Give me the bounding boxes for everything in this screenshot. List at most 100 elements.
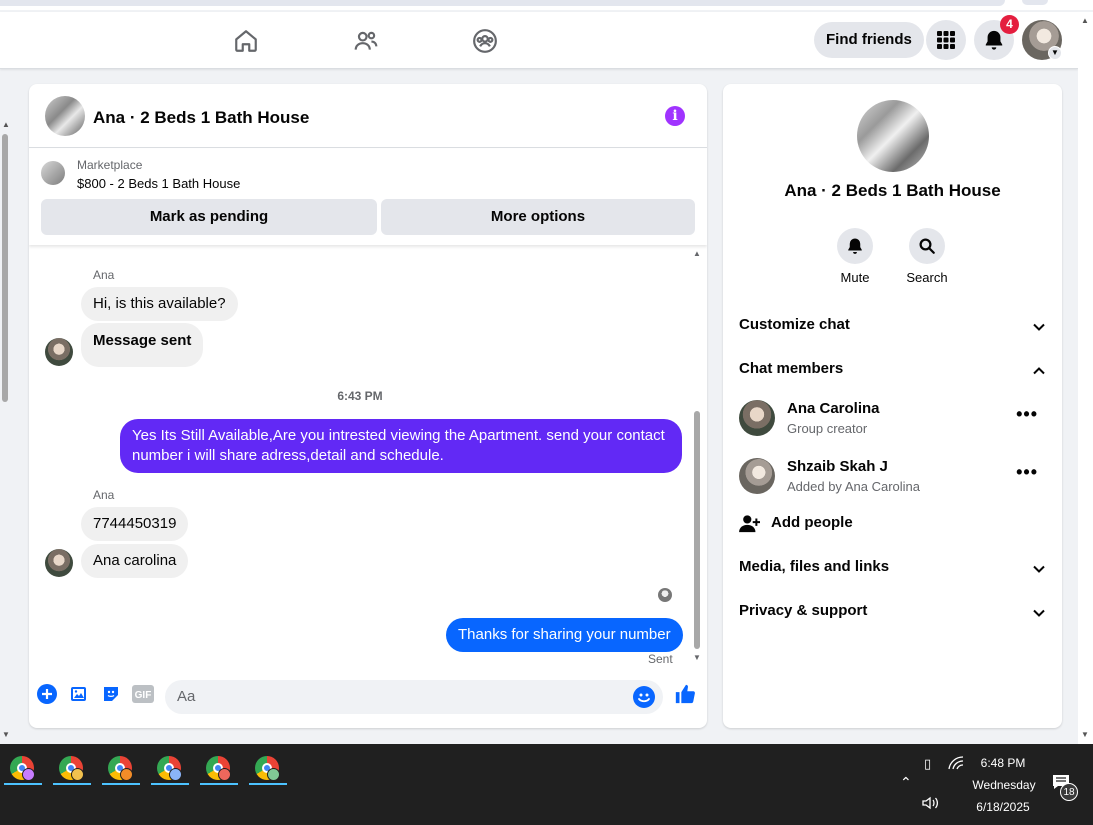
window-scrollbar[interactable]: ▲ ▼ [1078, 12, 1093, 744]
chrome-profile-1[interactable] [2, 752, 42, 785]
scroll-down-icon[interactable]: ▼ [2, 730, 10, 739]
member-name: Ana Carolina [787, 400, 880, 417]
notification-badge: 4 [1000, 15, 1019, 34]
friends-icon[interactable] [351, 26, 381, 56]
info-icon[interactable]: i [665, 106, 685, 126]
message-input[interactable] [177, 688, 617, 705]
search-label: Search [906, 270, 948, 285]
message-bubble-outgoing[interactable]: Thanks for sharing your number [446, 618, 683, 652]
chevron-down-icon [1033, 323, 1045, 331]
more-options-icon[interactable]: ••• [1016, 462, 1038, 483]
home-icon[interactable] [231, 26, 261, 56]
chat-header: Ana · 2 Beds 1 Bath House i [29, 84, 707, 148]
search-icon [909, 228, 945, 264]
volume-icon[interactable] [922, 796, 940, 813]
page-scrollbar[interactable]: ▲ ▼ [0, 70, 12, 744]
clock-date[interactable]: 6/18/2025 [966, 800, 1040, 814]
section-label: Chat members [739, 360, 844, 377]
sent-status: Sent [648, 652, 673, 666]
gif-icon[interactable]: GIF [131, 682, 155, 706]
sticker-icon[interactable] [99, 682, 123, 706]
chrome-profile-4[interactable] [149, 752, 189, 785]
bell-icon [985, 30, 1003, 50]
sender-avatar[interactable] [45, 549, 73, 577]
chrome-icon [206, 756, 231, 781]
message-composer: GIF [29, 678, 707, 718]
bell-icon [837, 228, 873, 264]
battery-icon[interactable]: ▯ [924, 756, 931, 772]
more-options-button[interactable]: More options [381, 199, 695, 235]
message-input-wrapper [165, 680, 663, 714]
member-row[interactable]: Ana Carolina Group creator ••• [739, 396, 1046, 440]
section-label: Customize chat [739, 316, 850, 333]
message-bubble[interactable]: Ana carolina [81, 544, 189, 578]
scroll-up-icon[interactable]: ▲ [2, 120, 10, 129]
grid-icon [937, 31, 955, 49]
browser-button-edge [1022, 0, 1048, 5]
clock-time[interactable]: 6:48 PM [970, 756, 1036, 770]
search-button[interactable]: Search [897, 228, 957, 285]
groups-icon[interactable] [470, 26, 500, 56]
message-bubble[interactable]: Message sent [81, 323, 204, 367]
sender-avatar[interactable] [45, 338, 73, 366]
find-friends-button[interactable]: Find friends [814, 22, 924, 58]
member-row[interactable]: Shzaib Skah J Added by Ana Carolina ••• [739, 454, 1046, 498]
chevron-up-icon[interactable]: ⌃ [900, 774, 912, 791]
scroll-down-icon[interactable]: ▼ [1081, 730, 1089, 739]
chevron-down-icon[interactable]: ▼ [1048, 46, 1062, 60]
chrome-profile-2[interactable] [51, 752, 91, 785]
member-name: Shzaib Skah J [787, 458, 888, 475]
chrome-icon [10, 756, 35, 781]
browser-tab-strip [0, 0, 1093, 10]
thread-scrollbar[interactable]: ▲ ▼ [693, 249, 701, 663]
message-timestamp: 6:43 PM [337, 389, 383, 403]
privacy-support-section[interactable]: Privacy & support [739, 602, 1046, 626]
chrome-icon [108, 756, 133, 781]
add-people-label: Add people [771, 514, 853, 531]
chrome-icon [59, 756, 84, 781]
emoji-icon[interactable] [633, 686, 655, 708]
listing-thumbnail[interactable] [41, 161, 65, 185]
chat-avatar[interactable] [45, 96, 85, 136]
marketplace-label: Marketplace [77, 158, 143, 172]
scroll-up-icon[interactable]: ▲ [1081, 16, 1089, 25]
wifi-icon[interactable] [948, 756, 964, 773]
photo-icon[interactable] [67, 682, 91, 706]
message-bubble[interactable]: 7744450319 [81, 507, 189, 541]
address-bar-edge [0, 0, 1005, 6]
member-role: Added by Ana Carolina [787, 479, 920, 494]
thumbs-up-icon[interactable] [673, 682, 697, 706]
media-files-section[interactable]: Media, files and links [739, 558, 1046, 582]
chat-members-section[interactable]: Chat members [739, 360, 1046, 384]
section-label: Privacy & support [739, 602, 868, 619]
plus-icon[interactable] [35, 682, 59, 706]
menu-grid-button[interactable] [926, 20, 966, 60]
scroll-down-icon[interactable]: ▼ [693, 653, 701, 662]
chrome-profile-5[interactable] [198, 752, 238, 785]
customize-chat-section[interactable]: Customize chat [739, 316, 1046, 340]
member-role: Group creator [787, 421, 868, 436]
chrome-profile-6[interactable] [247, 752, 287, 785]
member-avatar[interactable] [739, 458, 775, 494]
clock-day[interactable]: Wednesday [964, 778, 1044, 792]
scroll-up-icon[interactable]: ▲ [693, 249, 701, 258]
marketplace-banner: Marketplace $800 - 2 Beds 1 Bath House M… [29, 149, 707, 245]
conversation-name: Ana · 2 Beds 1 Bath House [784, 181, 1001, 200]
section-label: Media, files and links [739, 558, 890, 575]
chrome-profile-3[interactable] [100, 752, 140, 785]
more-options-icon[interactable]: ••• [1016, 404, 1038, 425]
message-bubble[interactable]: Hi, is this available? [81, 287, 238, 321]
mute-label: Mute [840, 270, 870, 285]
chat-title[interactable]: Ana · 2 Beds 1 Bath House [93, 108, 309, 128]
message-bubble-outgoing[interactable]: Yes Its Still Available,Are you intreste… [120, 419, 682, 473]
sender-name: Ana [93, 268, 115, 282]
seen-indicator-avatar [658, 588, 672, 602]
listing-title[interactable]: $800 - 2 Beds 1 Bath House [77, 176, 240, 191]
member-avatar[interactable] [739, 400, 775, 436]
page-scroll-thumb[interactable] [2, 134, 8, 402]
thread-scroll-thumb[interactable] [694, 411, 700, 649]
mark-as-pending-button[interactable]: Mark as pending [41, 199, 377, 235]
add-person-icon [739, 515, 760, 533]
mute-button[interactable]: Mute [825, 228, 885, 285]
conversation-avatar[interactable] [857, 100, 929, 172]
